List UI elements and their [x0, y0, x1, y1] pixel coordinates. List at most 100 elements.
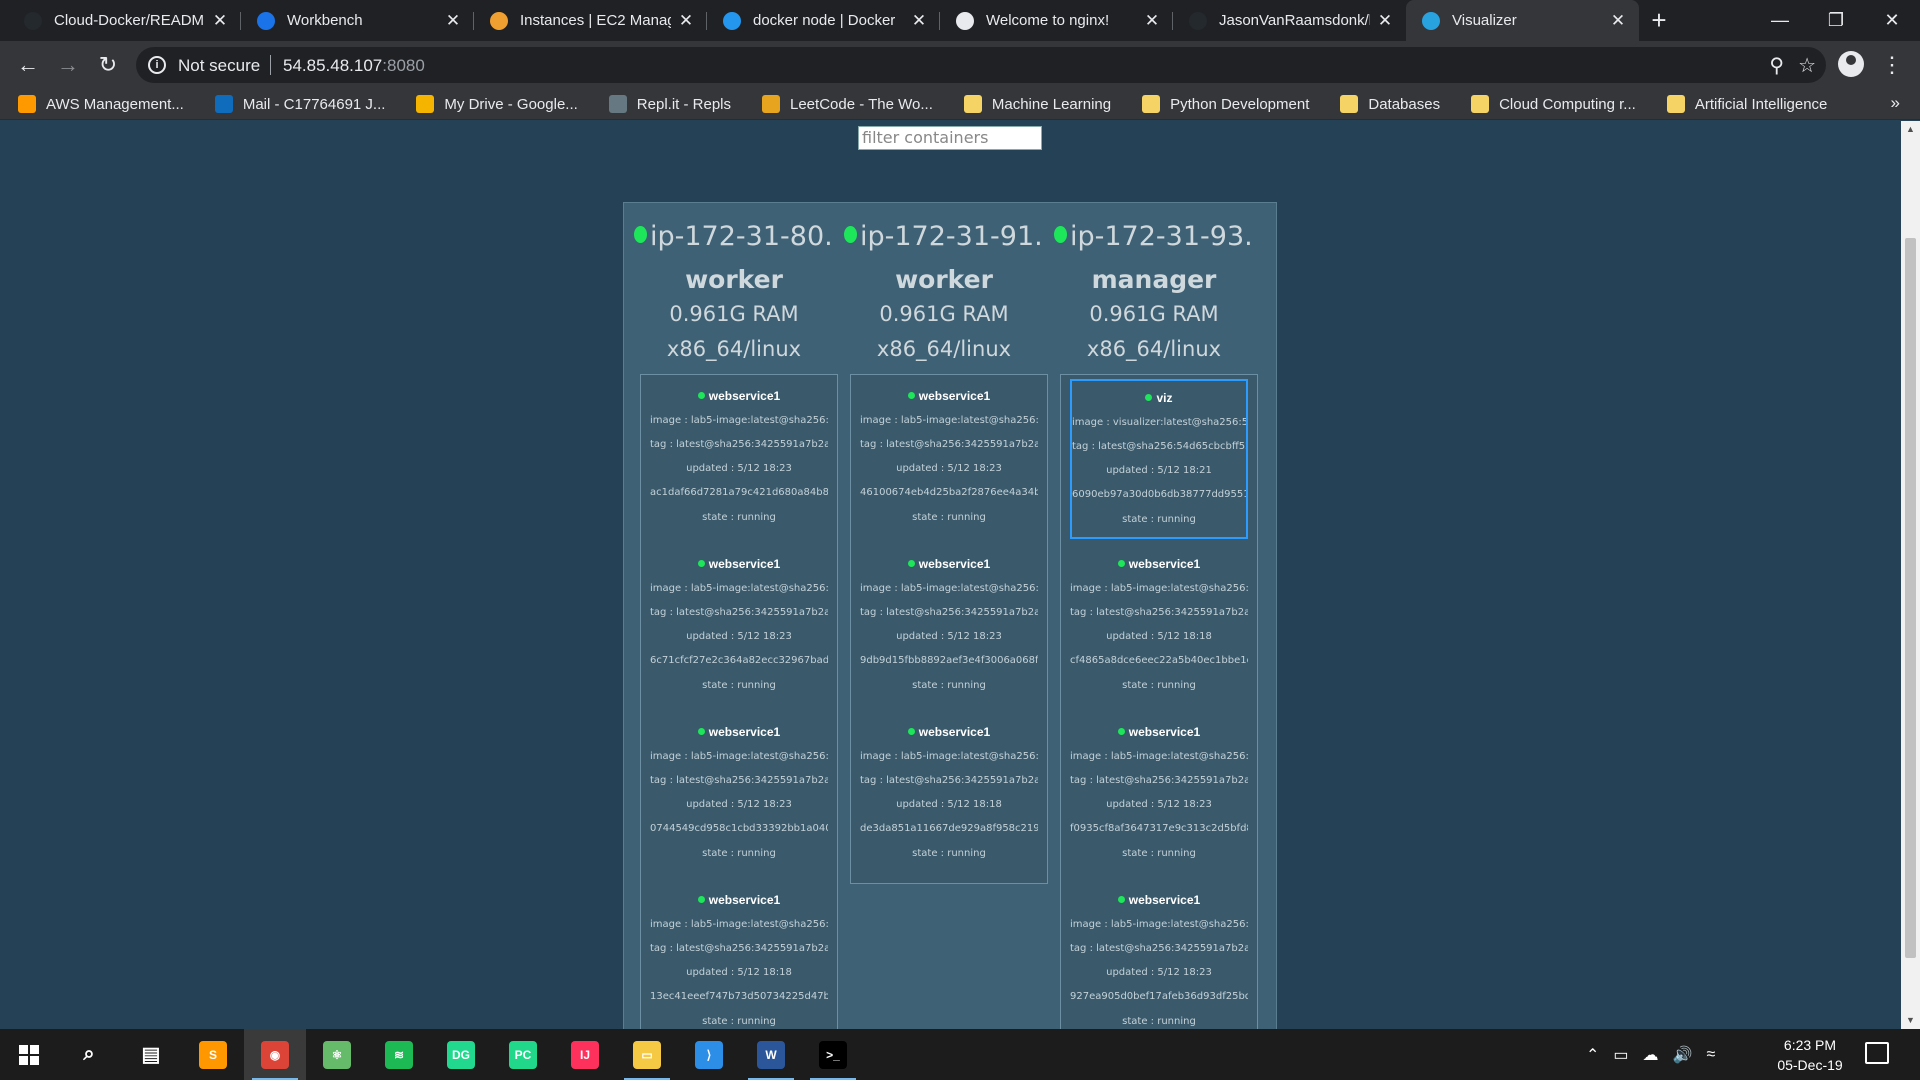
forward-arrow-icon[interactable]: →: [52, 49, 84, 81]
scroll-up-arrow-icon[interactable]: ▲: [1901, 121, 1920, 138]
url-text[interactable]: 54.85.48.107:8080: [283, 56, 425, 76]
taskbar-app[interactable]: W: [740, 1029, 802, 1080]
bookmark-item[interactable]: LeetCode - The Wo...: [762, 95, 933, 113]
container-card[interactable]: webservice1 image : lab5-image:latest@sha…: [860, 715, 1038, 875]
container-updated: updated : 5/12 18:23: [686, 631, 792, 642]
back-arrow-icon[interactable]: ←: [12, 49, 44, 81]
tab-close-icon[interactable]: ✕: [1609, 11, 1627, 31]
container-card[interactable]: webservice1 image : lab5-image:latest@sha…: [860, 547, 1038, 707]
bookmark-item[interactable]: Mail - C17764691 J...: [214, 95, 385, 113]
container-id: 6090eb97a30d0b6db38777dd9551a: [1072, 489, 1246, 500]
container-card[interactable]: webservice1 image : lab5-image:latest@sha…: [1070, 715, 1248, 875]
container-updated: updated : 5/12 18:23: [686, 463, 792, 474]
network-icon[interactable]: ≈: [1706, 1046, 1715, 1064]
zoom-icon[interactable]: ⚲: [1769, 53, 1784, 78]
taskbar-app[interactable]: ≋: [368, 1029, 430, 1080]
container-list: webservice1 image : lab5-image:latest@sha…: [640, 374, 838, 1029]
container-updated: updated : 5/12 18:18: [896, 799, 1002, 810]
omnibox-actions: ⚲ ☆: [1769, 53, 1816, 78]
tab-close-icon[interactable]: ✕: [211, 11, 229, 31]
minimize-icon[interactable]: —: [1752, 0, 1808, 41]
scrollbar-thumb[interactable]: [1905, 238, 1916, 958]
node-hostname-text: ip-172-31-91...: [860, 221, 1044, 252]
browser-tab[interactable]: Instances | EC2 Manage ✕: [474, 0, 707, 41]
bookmark-star-icon[interactable]: ☆: [1798, 53, 1816, 78]
container-status-dot-icon: [1117, 728, 1125, 735]
browser-tab[interactable]: Visualizer ✕: [1406, 0, 1639, 41]
container-image: image : lab5-image:latest@sha256:34: [650, 415, 828, 426]
start-button[interactable]: [0, 1029, 58, 1080]
onedrive-icon[interactable]: ☁: [1643, 1045, 1659, 1065]
folder-icon: [963, 95, 982, 113]
bookmark-item[interactable]: AWS Management...: [18, 95, 184, 113]
browser-tab[interactable]: docker node | Docker ✕: [707, 0, 940, 41]
taskbar-app[interactable]: >_: [802, 1029, 864, 1080]
bookmarks-overflow-icon[interactable]: »: [1891, 93, 1900, 113]
taskbar-app[interactable]: ▭: [616, 1029, 678, 1080]
battery-icon[interactable]: ▭: [1613, 1045, 1628, 1065]
taskbar-app[interactable]: ◉: [244, 1029, 306, 1080]
page-scrollbar[interactable]: ▲ ▼: [1901, 121, 1920, 1029]
bookmark-item[interactable]: Python Development: [1142, 95, 1309, 113]
bookmark-item[interactable]: Artificial Intelligence: [1666, 95, 1827, 113]
taskbar-app[interactable]: ⚛: [306, 1029, 368, 1080]
container-card[interactable]: viz image : visualizer:latest@sha256:54d t…: [1070, 379, 1248, 539]
browser-tab[interactable]: JasonVanRaamsdonk/l ✕: [1173, 0, 1406, 41]
taskbar-clock[interactable]: 6:23 PM 05-Dec-19: [1770, 1035, 1850, 1075]
bookmark-item[interactable]: Repl.it - Repls: [608, 95, 731, 113]
browser-tab[interactable]: Welcome to nginx! ✕: [940, 0, 1173, 41]
container-state: state : running: [1122, 514, 1196, 525]
container-updated: updated : 5/12 18:23: [896, 631, 1002, 642]
profile-avatar-icon[interactable]: [1838, 51, 1864, 77]
taskbar-app[interactable]: ⟩: [678, 1029, 740, 1080]
taskbar-app[interactable]: IJ: [554, 1029, 616, 1080]
browser-tab[interactable]: Workbench ✕: [241, 0, 474, 41]
scroll-down-arrow-icon[interactable]: ▼: [1901, 1012, 1920, 1029]
taskbar-app[interactable]: ▤: [120, 1029, 182, 1080]
security-label[interactable]: Not secure: [178, 56, 260, 76]
container-card[interactable]: webservice1 image : lab5-image:latest@sha…: [650, 883, 828, 1029]
container-name: webservice1: [650, 893, 828, 907]
container-tag: tag : latest@sha256:3425591a7b2ab: [1070, 943, 1248, 954]
browser-toolbar: ← → ↻ i Not secure 54.85.48.107:8080 ⚲ ☆…: [0, 41, 1920, 89]
volume-icon[interactable]: 🔊: [1673, 1045, 1693, 1065]
filter-containers-input[interactable]: filter containers: [858, 126, 1042, 150]
container-card[interactable]: webservice1 image : lab5-image:latest@sha…: [650, 379, 828, 539]
folder-icon: [1142, 95, 1161, 113]
info-icon[interactable]: i: [148, 56, 166, 74]
taskbar-app[interactable]: ⌕: [58, 1029, 120, 1080]
container-card[interactable]: webservice1 image : lab5-image:latest@sha…: [650, 715, 828, 875]
tray-chevron-icon[interactable]: ⌃: [1586, 1045, 1599, 1065]
new-tab-button[interactable]: +: [1639, 0, 1679, 41]
spotify-icon: ≋: [385, 1040, 413, 1069]
taskbar-app[interactable]: PC: [492, 1029, 554, 1080]
tab-close-icon[interactable]: ✕: [1143, 11, 1161, 31]
taskbar-app[interactable]: DG: [430, 1029, 492, 1080]
container-card[interactable]: webservice1 image : lab5-image:latest@sha…: [650, 547, 828, 707]
restore-icon[interactable]: ❐: [1808, 0, 1864, 41]
bookmark-label: Databases: [1368, 95, 1441, 113]
bookmark-item[interactable]: Cloud Computing r...: [1471, 95, 1636, 113]
container-card[interactable]: webservice1 image : lab5-image:latest@sha…: [1070, 547, 1248, 707]
container-name: webservice1: [650, 725, 828, 739]
replit-icon: [608, 95, 627, 113]
container-name: viz: [1072, 391, 1246, 405]
container-card[interactable]: webservice1 image : lab5-image:latest@sha…: [1070, 883, 1248, 1029]
notifications-icon[interactable]: [1865, 1042, 1889, 1064]
container-card[interactable]: webservice1 image : lab5-image:latest@sha…: [860, 379, 1038, 539]
bookmark-item[interactable]: Databases: [1340, 95, 1440, 113]
more-menu-icon[interactable]: ⋮: [1880, 49, 1904, 81]
tab-close-icon[interactable]: ✕: [677, 11, 695, 31]
address-bar[interactable]: i Not secure 54.85.48.107:8080 ⚲ ☆: [136, 47, 1826, 83]
node-hostname: ip-172-31-91...: [844, 221, 1044, 252]
bookmark-item[interactable]: Machine Learning: [963, 95, 1111, 113]
reload-icon[interactable]: ↻: [92, 49, 124, 81]
close-window-icon[interactable]: ✕: [1864, 0, 1920, 41]
search-icon: ⌕: [83, 1043, 95, 1065]
bookmark-item[interactable]: My Drive - Google...: [416, 95, 578, 113]
tab-close-icon[interactable]: ✕: [1376, 11, 1394, 31]
tab-close-icon[interactable]: ✕: [910, 11, 928, 31]
browser-tab[interactable]: Cloud-Docker/READMI ✕: [8, 0, 241, 41]
tab-close-icon[interactable]: ✕: [444, 11, 462, 31]
taskbar-app[interactable]: S: [182, 1029, 244, 1080]
